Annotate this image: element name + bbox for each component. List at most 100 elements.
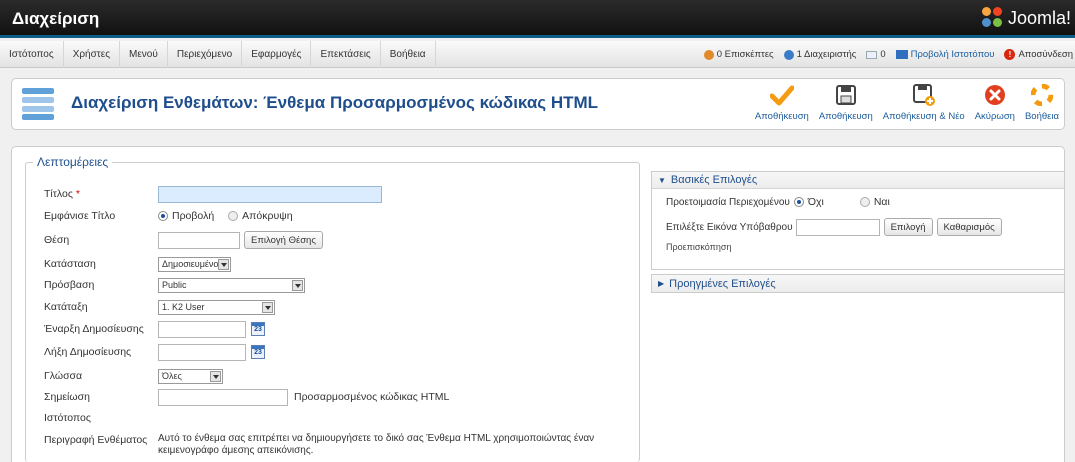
order-select[interactable]: 1. K2 User (158, 299, 275, 315)
header-title: Διαχείριση (12, 9, 100, 28)
note-row: Σημείωση Προσαρμοσμένος κώδικας HTML (44, 387, 449, 407)
caret-down-icon: ▼ (658, 175, 666, 185)
visitors-status: 0 Επισκέπτες (703, 49, 774, 60)
menu-item-components[interactable]: Εφαρμογές (242, 41, 312, 68)
select-image-button[interactable]: Επιλογή (883, 218, 933, 236)
position-label: Θέση (44, 234, 70, 246)
basic-options-panel: ▼ Βασικές Επιλογές Προετοιμασία Περιεχομέ… (651, 171, 1065, 270)
no-option-label: Όχι (807, 196, 824, 208)
publish-down-label: Λήξη Δημοσίευσης (44, 346, 132, 358)
admins-icon (783, 49, 794, 60)
preview-label: Προεπισκόπηση (666, 242, 732, 252)
help-icon (1029, 82, 1055, 108)
publish-up-row: Έναρξη Δημοσίευσης 23 (44, 319, 265, 339)
basic-options-title: Βασικές Επιλογές (670, 174, 758, 186)
logout-icon: ! (1004, 49, 1016, 60)
radio-unselected-icon (859, 197, 870, 207)
prepare-no-radio[interactable]: Όχι (793, 196, 824, 208)
save-close-icon (769, 82, 795, 108)
menu-item-menus[interactable]: Μενού (120, 41, 168, 68)
save-button[interactable]: Αποθήκευση (814, 82, 878, 122)
show-title-show-radio[interactable]: Προβολή (158, 210, 214, 222)
access-row: Πρόσβαση Public (44, 275, 305, 295)
preview-site-link[interactable]: Προβολή Ιστοτόπου (895, 49, 995, 60)
calendar-icon[interactable]: 23 (251, 322, 265, 336)
advanced-options-panel: ▶ Προηγμένες Επιλογές (651, 274, 1065, 293)
title-row: Τίτλος * (44, 184, 382, 204)
radio-selected-icon (158, 211, 168, 221)
radio-unselected-icon (228, 211, 239, 221)
cancel-label: Ακύρωση (974, 111, 1015, 122)
save-close-label: Αποθήκευση (754, 111, 809, 122)
menu-item-content[interactable]: Περιεχόμενο (168, 41, 243, 68)
help-button[interactable]: Βοήθεια (1020, 82, 1064, 122)
language-select[interactable]: Όλες (158, 368, 223, 384)
preview-icon (895, 50, 908, 59)
bg-image-row: Επιλέξτε Εικόνα Υπόβαθρου Επιλογή Καθαρι… (666, 218, 1002, 236)
prepare-content-row: Προετοιμασία Περιεχομένου Όχι Ναι (666, 196, 904, 208)
description-row: Περιγραφή Ενθέματος Αυτό το ένθεμα σας ε… (44, 433, 608, 457)
state-select[interactable]: Δημοσιευμένο (158, 256, 231, 272)
bg-image-input[interactable] (795, 218, 880, 236)
show-title-hide-radio[interactable]: Απόκρυψη (228, 210, 293, 222)
cancel-button[interactable]: Ακύρωση (970, 82, 1020, 122)
publish-down-input[interactable] (158, 343, 246, 361)
access-select[interactable]: Public (158, 277, 305, 293)
access-value: Public (162, 280, 187, 290)
save-new-label: Αποθήκευση & Νέο (882, 111, 965, 122)
caret-right-icon: ▶ (658, 279, 665, 288)
save-label: Αποθήκευση (818, 111, 873, 122)
joomla-logo[interactable]: Joomla! (981, 5, 1071, 31)
menu-item-help[interactable]: Βοήθεια (381, 41, 436, 68)
title-input[interactable] (158, 185, 382, 203)
menu-item-users[interactable]: Χρήστες (64, 41, 121, 68)
save-icon (833, 82, 859, 108)
note-input[interactable] (158, 388, 288, 406)
page-title: Διαχείριση Ενθεμάτων: Ένθεμα Προσαρμοσμέ… (71, 93, 599, 112)
title-label-text: Τίτλος (44, 188, 73, 200)
state-row: Κατάσταση Δημοσιευμένο (44, 254, 231, 274)
admins-count: 1 Διαχειριστής (796, 49, 857, 60)
language-value: Όλες (162, 371, 182, 381)
advanced-options-title: Προηγμένες Επιλογές (669, 277, 776, 290)
clear-image-button[interactable]: Καθαρισμός (936, 218, 1002, 236)
chevron-down-icon (292, 279, 303, 291)
advanced-options-header[interactable]: ▶ Προηγμένες Επιλογές (652, 275, 1064, 292)
show-title-row: Εμφάνισε Τίτλο Προβολή Απόκρυψη (44, 206, 307, 226)
description-text: Αυτό το ένθεμα σας επιτρέπει να δημιουργ… (158, 433, 595, 456)
help-label: Βοήθεια (1024, 111, 1059, 122)
status-bar: 0 Επισκέπτες 1 Διαχειριστής 0 Προβολή Ισ… (703, 41, 1073, 68)
messages-icon (866, 50, 878, 59)
admins-status: 1 Διαχειριστής (783, 49, 857, 60)
order-value: 1. K2 User (162, 302, 205, 312)
calendar-icon[interactable]: 23 (251, 345, 265, 359)
save-close-button[interactable]: Αποθήκευση (750, 82, 814, 122)
menu-item-site[interactable]: Ιστότοπος (0, 41, 64, 68)
messages-status[interactable]: 0 (866, 49, 886, 60)
chevron-down-icon (262, 301, 273, 313)
publish-up-input[interactable] (158, 320, 246, 338)
details-legend: Λεπτομέρειες (33, 155, 113, 169)
save-new-button[interactable]: Αποθήκευση & Νέο (878, 82, 970, 122)
publish-up-label: Έναρξη Δημοσίευσης (44, 323, 144, 335)
show-option-label: Προβολή (172, 210, 215, 222)
position-input[interactable] (158, 231, 240, 249)
language-label: Γλώσσα (44, 370, 83, 382)
prepare-content-label: Προετοιμασία Περιεχομένου (666, 196, 790, 208)
messages-count: 0 (880, 49, 886, 60)
joomla-logo-icon (981, 7, 1004, 29)
hide-option-label: Απόκρυψη (242, 210, 293, 222)
access-label: Πρόσβαση (44, 279, 95, 291)
basic-options-header[interactable]: ▼ Βασικές Επιλογές (652, 172, 1064, 189)
select-position-button[interactable]: Επιλογή Θέσης (244, 231, 323, 249)
preview-site-label: Προβολή Ιστοτόπου (910, 49, 995, 60)
menu-item-extensions[interactable]: Επεκτάσεις (311, 41, 381, 68)
required-mark: * (75, 188, 80, 200)
save-new-icon (911, 82, 937, 108)
toolbar-box: Διαχείριση Ενθεμάτων: Ένθεμα Προσαρμοσμέ… (11, 78, 1065, 130)
logout-link[interactable]: ! Αποσύνδεση (1004, 49, 1073, 60)
show-title-label: Εμφάνισε Τίτλο (44, 210, 116, 222)
order-label: Κατάταξη (44, 301, 88, 313)
prepare-yes-radio[interactable]: Ναι (859, 196, 890, 208)
yes-option-label: Ναι (873, 196, 890, 208)
